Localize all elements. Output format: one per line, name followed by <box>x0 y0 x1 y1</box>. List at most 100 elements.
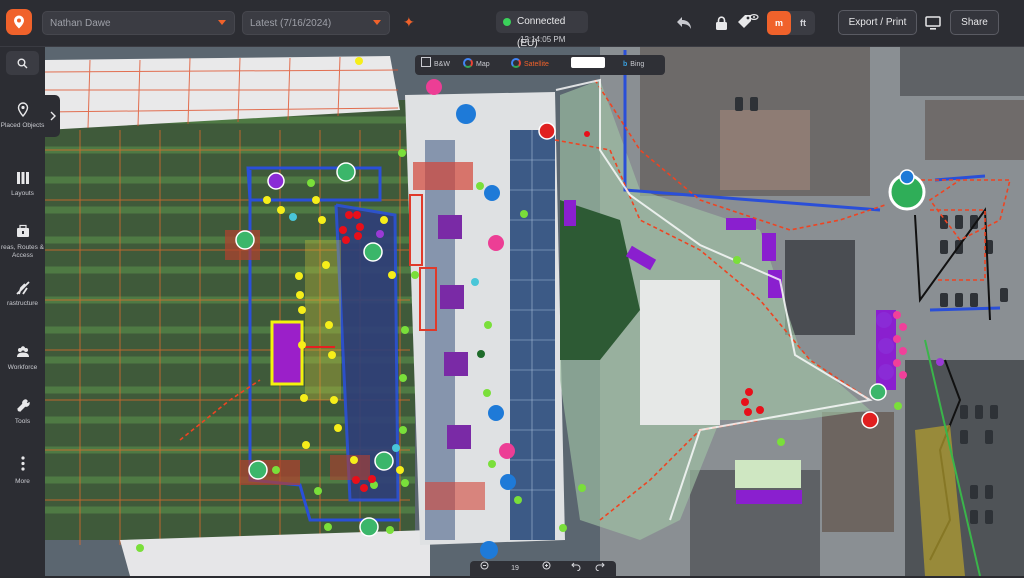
layout-label[interactable] <box>444 352 468 376</box>
layer-custom-option[interactable] <box>571 55 605 75</box>
stage-object[interactable] <box>270 320 304 386</box>
connection-status-text: Connected (EU) <box>517 16 566 49</box>
layer-bw-option[interactable]: B&W <box>421 55 450 75</box>
monitor-icon <box>925 16 941 30</box>
sidebar: Placed Objects Layouts reas, Routes & Ac… <box>0 46 45 576</box>
kiosk <box>735 460 801 488</box>
redo-icon <box>595 562 605 572</box>
layer-map-label: Map <box>476 61 490 68</box>
red-zone <box>330 455 370 480</box>
top-bar: Nathan Dawe Latest (7/16/2024) ✦ Connect… <box>0 0 1024 49</box>
map-layer-switcher: B&W Map Satellite b Bing <box>415 55 665 75</box>
dark-green-marker[interactable] <box>477 350 485 358</box>
sidebar-collapse-toggle[interactable] <box>45 95 60 137</box>
sidebar-item-placed-objects[interactable]: Placed Objects <box>0 102 45 130</box>
site-plan-map[interactable] <box>45 46 1024 576</box>
user-select-value: Nathan Dawe <box>50 18 111 29</box>
undo-icon <box>677 17 691 29</box>
red-area <box>413 162 473 190</box>
bw-layer-icon <box>421 57 431 67</box>
tools-icon <box>16 399 30 412</box>
sidebar-item-workforce[interactable]: Workforce <box>0 344 45 372</box>
monitor-button[interactable] <box>923 13 943 33</box>
undo-icon <box>571 562 581 572</box>
building-block <box>925 100 1024 160</box>
connection-status: Connected (EU) <box>496 11 588 49</box>
chevron-right-icon <box>50 111 56 121</box>
layout-label[interactable] <box>438 215 462 239</box>
export-print-button[interactable]: Export / Print <box>838 10 917 35</box>
redo-map-button[interactable] <box>590 561 610 577</box>
tag-visibility-button[interactable] <box>736 11 760 33</box>
undo-map-button[interactable] <box>566 561 586 577</box>
sidebar-item-label: reas, Routes & Access <box>1 244 44 259</box>
chevron-down-icon <box>373 20 381 25</box>
zoom-out-button[interactable] <box>474 561 496 577</box>
google-icon <box>463 58 473 68</box>
more-icon <box>20 456 25 471</box>
chevron-down-icon <box>218 20 226 25</box>
layer-google-map-option[interactable]: Map <box>463 55 490 75</box>
zoom-out-icon <box>480 561 489 570</box>
purple-marker[interactable] <box>936 358 944 366</box>
unit-toggle[interactable]: m ft <box>767 11 815 35</box>
share-button[interactable]: Share <box>950 10 999 35</box>
layer-bing-label: Bing <box>630 61 645 68</box>
building-block <box>720 110 810 190</box>
infrastructure-icon <box>15 281 30 295</box>
search-icon <box>17 58 28 68</box>
tag-eye-icon <box>738 13 759 28</box>
building-block <box>822 412 894 532</box>
version-select[interactable]: Latest (7/16/2024) <box>242 11 390 35</box>
bing-icon: b <box>623 61 628 68</box>
sidebar-item-label: Placed Objects <box>0 122 45 129</box>
unit-m-option[interactable]: m <box>767 11 791 35</box>
unit-ft-option[interactable]: ft <box>791 11 815 35</box>
red-icon-marker[interactable] <box>538 122 556 140</box>
app-logo[interactable] <box>6 9 32 35</box>
sidebar-item-tools[interactable]: Tools <box>0 398 45 426</box>
layout-label[interactable] <box>440 285 464 309</box>
sidebar-item-label: Workforce <box>7 364 38 371</box>
sidebar-item-more[interactable]: More <box>0 452 45 486</box>
workforce-icon <box>16 346 29 357</box>
red-icon-marker[interactable] <box>861 411 879 429</box>
custom-layer-icon <box>571 57 605 68</box>
status-dot <box>503 18 511 26</box>
version-select-value: Latest (7/16/2024) <box>250 18 332 29</box>
sidebar-item-infrastructure[interactable]: rastructure <box>0 280 45 308</box>
user-select[interactable]: Nathan Dawe <box>42 11 235 35</box>
search-button[interactable] <box>6 51 39 75</box>
map-pin-icon <box>17 102 28 118</box>
layouts-icon <box>16 172 29 184</box>
marquee-tent <box>640 280 720 425</box>
layer-bing-option[interactable]: b Bing <box>623 55 644 75</box>
clock: 12:14:05 PM <box>520 35 566 44</box>
sidebar-item-label: Tools <box>14 418 31 425</box>
layer-satellite-label: Satellite <box>524 61 549 68</box>
sidebar-item-label: Layouts <box>11 190 34 197</box>
logo-icon <box>14 15 24 29</box>
routes-icon <box>16 224 29 237</box>
zoom-level: 19 <box>511 565 519 572</box>
sidebar-item-label: rastructure <box>6 300 39 307</box>
sidebar-item-layouts[interactable]: Layouts <box>0 170 45 198</box>
map-canvas[interactable] <box>45 46 1024 576</box>
zoom-controls: 19 <box>470 561 616 577</box>
solar-panels <box>510 130 555 540</box>
undo-button[interactable] <box>674 13 694 33</box>
sidebar-item-label: More <box>15 478 30 485</box>
sidebar-item-areas-routes-access[interactable]: reas, Routes & Access <box>0 224 45 260</box>
lock-button[interactable] <box>712 13 730 33</box>
purple-marker[interactable] <box>376 230 384 238</box>
layout-label[interactable] <box>447 425 471 449</box>
solar-panels <box>425 140 455 540</box>
google-icon <box>511 58 521 68</box>
sparkle-icon[interactable]: ✦ <box>403 14 415 31</box>
red-area <box>425 482 485 510</box>
layer-google-satellite-option[interactable]: Satellite <box>511 55 549 75</box>
zoom-in-icon <box>542 561 551 570</box>
zoom-in-button[interactable] <box>536 561 558 577</box>
building-block <box>785 240 855 335</box>
blue-icon-marker[interactable] <box>899 169 915 185</box>
